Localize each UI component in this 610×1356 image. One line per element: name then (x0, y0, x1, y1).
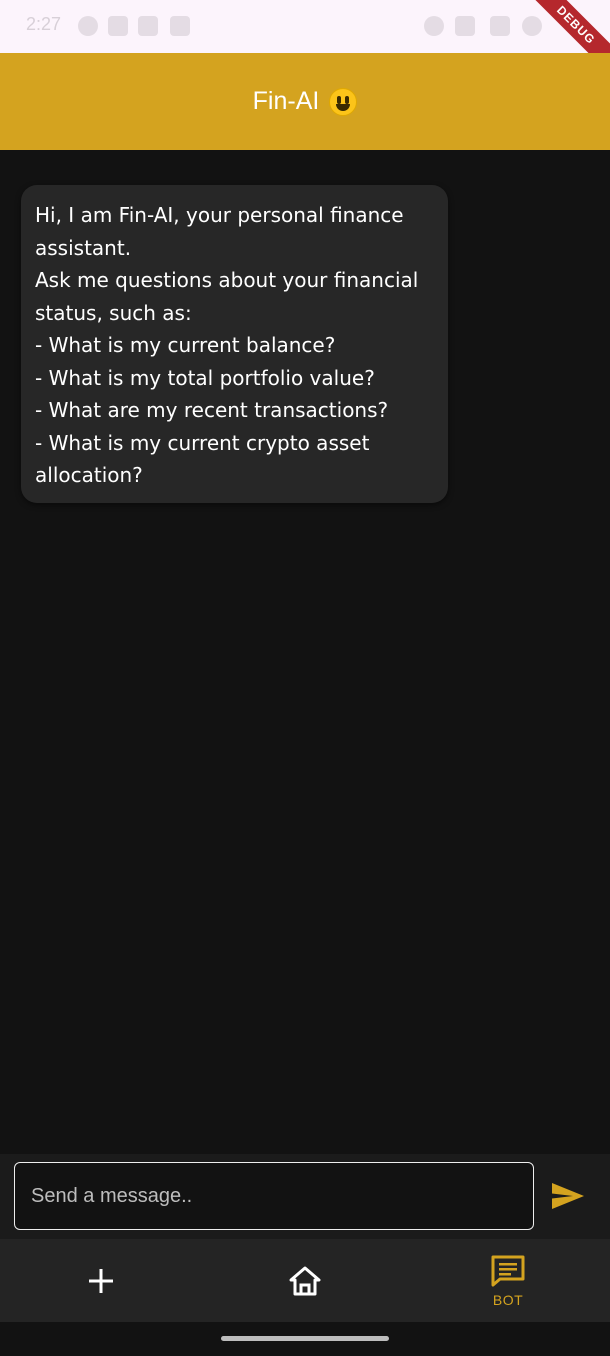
notification-icon (170, 16, 190, 36)
app-bar: Fin-AI (0, 53, 610, 150)
nav-item-home[interactable] (265, 1239, 345, 1322)
bot-message-bubble: Hi, I am Fin-AI, your personal finance a… (21, 185, 448, 503)
message-line: allocation? (35, 463, 143, 487)
notification-icon (108, 16, 128, 36)
nav-item-bot[interactable]: BOT (468, 1239, 548, 1322)
message-line: - What is my current crypto asset (35, 430, 370, 455)
bottom-navigation: BOT (0, 1239, 610, 1322)
send-button[interactable] (548, 1176, 588, 1216)
message-line: status, such as: (35, 300, 192, 325)
home-icon (289, 1266, 321, 1295)
home-indicator[interactable] (221, 1336, 389, 1341)
message-line: Ask me questions about your financial (35, 268, 419, 292)
alarm-icon (424, 16, 444, 36)
system-navigation-bar (0, 1322, 610, 1356)
nav-item-label: BOT (492, 1291, 524, 1308)
message-input[interactable] (14, 1162, 534, 1230)
send-icon (552, 1183, 584, 1209)
message-line: - What is my total portfolio value? (35, 365, 375, 390)
plus-icon (89, 1268, 113, 1293)
message-line: - What is my current balance? (35, 333, 336, 357)
mail-icon (138, 16, 158, 36)
status-time: 2:27 (26, 14, 62, 34)
app-title: Fin-AI (252, 87, 320, 115)
signal-icon (522, 16, 542, 36)
message-composer (0, 1154, 610, 1239)
chat-icon (491, 1255, 525, 1286)
smiling-face-icon (329, 87, 358, 116)
wifi-icon (490, 16, 510, 36)
nav-item-add[interactable] (61, 1239, 141, 1322)
message-line: - What are my recent transactions? (35, 398, 389, 422)
message-line: assistant. (35, 235, 132, 260)
message-line: Hi, I am Fin-AI, your personal finance (35, 203, 404, 227)
status-bar: 2:27 DEBUG (0, 0, 610, 53)
whatsapp-icon (78, 16, 98, 36)
nfc-icon (455, 16, 475, 36)
